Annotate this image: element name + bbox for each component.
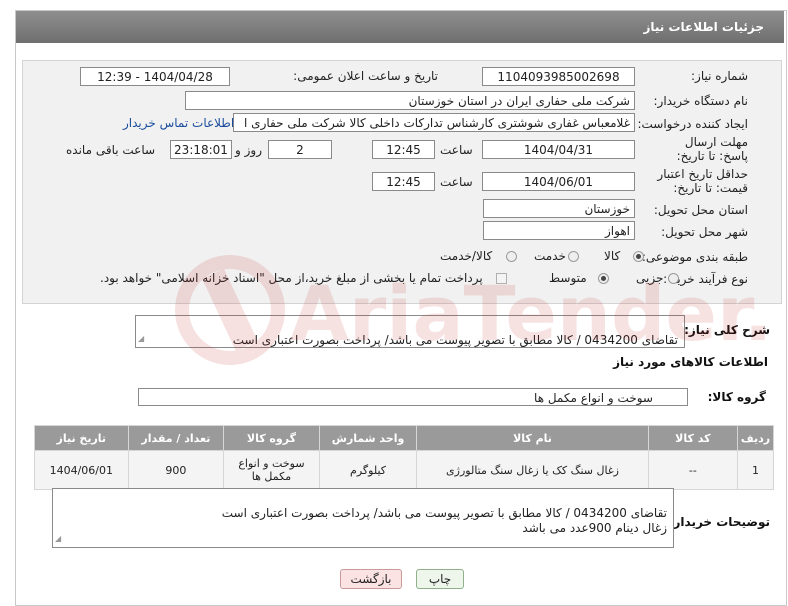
print-button[interactable]: چاپ bbox=[416, 569, 464, 589]
announce-datetime-field[interactable]: 1404/04/28 - 12:39 bbox=[80, 67, 230, 86]
table-row[interactable]: 1 -- زغال سنگ کک یا زغال سنگ متالورژی کی… bbox=[34, 450, 774, 490]
goods-group-field[interactable]: سوخت و انواع مکمل ها bbox=[138, 388, 688, 406]
column-header: کد کالا bbox=[647, 425, 739, 451]
category-goods-service-radio[interactable] bbox=[506, 251, 517, 262]
deadline-date-field[interactable]: 1404/04/31 bbox=[482, 140, 635, 159]
requester-field[interactable]: غلامعباس غفاری شوشتری کارشناس تدارکات دا… bbox=[233, 113, 635, 132]
remaining-time-field[interactable]: 23:18:01 bbox=[170, 140, 232, 159]
description-text: تقاضای 0434200 / کالا مطابق با تصویر پیو… bbox=[232, 333, 678, 347]
price-validity-label: حداقل تاریخ اعتبار قیمت: تا تاریخ: bbox=[657, 167, 748, 195]
deadline-time-label: ساعت bbox=[440, 143, 473, 157]
column-header: گروه کالا bbox=[223, 425, 320, 451]
category-service-radio[interactable] bbox=[568, 251, 579, 262]
resize-handle-icon[interactable]: ◢ bbox=[55, 531, 61, 546]
need-number-label: شماره نیاز: bbox=[691, 69, 748, 83]
description-label: شرح کلی نیاز: bbox=[684, 323, 770, 337]
row-number-cell: 1 bbox=[737, 450, 774, 490]
deadline-time-field[interactable]: 12:45 bbox=[372, 140, 435, 159]
delivery-city-field[interactable]: اهواز bbox=[483, 221, 635, 240]
goods-group-label: گروه کالا: bbox=[707, 390, 766, 404]
days-field[interactable]: 2 bbox=[268, 140, 332, 159]
buyer-contact-link[interactable]: اطلاعات تماس خریدار bbox=[123, 116, 234, 130]
column-header: ردیف bbox=[737, 425, 774, 451]
item-name-cell: زغال سنگ کک یا زغال سنگ متالورژی bbox=[416, 450, 649, 490]
process-minor-radio[interactable] bbox=[668, 273, 679, 284]
delivery-city-label: شهر محل تحویل: bbox=[661, 225, 748, 239]
resize-handle-icon[interactable]: ◢ bbox=[138, 331, 144, 346]
back-button[interactable]: بازگشت bbox=[340, 569, 402, 589]
goods-section-title: اطلاعات کالاهای مورد نیاز bbox=[613, 355, 768, 369]
need-date-cell: 1404/06/01 bbox=[34, 450, 129, 490]
delivery-province-field[interactable]: خوزستان bbox=[483, 199, 635, 218]
category-service-label: خدمت bbox=[534, 249, 566, 263]
column-header: تاریخ نیاز bbox=[34, 425, 129, 451]
unit-cell: کیلوگرم bbox=[318, 450, 418, 490]
treasury-payment-checkbox[interactable] bbox=[496, 273, 507, 284]
category-goods-radio[interactable] bbox=[633, 251, 644, 262]
process-minor-label: جزیی bbox=[636, 271, 664, 285]
page-title: جزئیات اطلاعات نیاز bbox=[643, 20, 764, 34]
remaining-time-label: ساعت باقی مانده bbox=[66, 143, 156, 157]
category-goods-service-label: کالا/خدمت bbox=[440, 249, 493, 263]
page-header: جزئیات اطلاعات نیاز bbox=[16, 11, 784, 43]
price-validity-time-field[interactable]: 12:45 bbox=[372, 172, 435, 191]
requester-label: ایجاد کننده درخواست: bbox=[637, 117, 748, 131]
column-header: واحد شمارش bbox=[318, 425, 418, 451]
buyer-notes-label: توضیحات خریدار: bbox=[668, 515, 770, 529]
price-validity-time-label: ساعت bbox=[440, 175, 473, 189]
days-label: روز و bbox=[235, 143, 262, 157]
goods-table: ردیف کد کالا نام کالا واحد شمارش گروه کا… bbox=[34, 425, 774, 490]
column-header: نام کالا bbox=[416, 425, 649, 451]
treasury-payment-note: پرداخت تمام یا بخشی از مبلغ خرید،از محل … bbox=[100, 271, 483, 285]
description-textarea[interactable]: تقاضای 0434200 / کالا مطابق با تصویر پیو… bbox=[135, 315, 685, 348]
need-number-field[interactable]: 1104093985002698 bbox=[482, 67, 635, 86]
category-goods-label: کالا bbox=[604, 249, 621, 263]
buyer-notes-text: تقاضای 0434200 / کالا مطابق با تصویر پیو… bbox=[221, 506, 667, 535]
column-header: تعداد / مقدار bbox=[127, 425, 225, 451]
buyer-notes-textarea[interactable]: تقاضای 0434200 / کالا مطابق با تصویر پیو… bbox=[52, 488, 674, 548]
process-medium-label: متوسط bbox=[549, 271, 587, 285]
item-code-cell: -- bbox=[647, 450, 739, 490]
buyer-org-label: نام دستگاه خریدار: bbox=[653, 94, 749, 108]
buyer-org-field[interactable]: شرکت ملی حفاری ایران در استان خوزستان bbox=[185, 91, 635, 110]
category-label: طبقه بندی موضوعی: bbox=[641, 250, 748, 264]
deadline-label: مهلت ارسال پاسخ: تا تاریخ: bbox=[676, 135, 748, 163]
delivery-province-label: استان محل تحویل: bbox=[653, 203, 748, 217]
price-validity-date-field[interactable]: 1404/06/01 bbox=[482, 172, 635, 191]
goods-table-header: ردیف کد کالا نام کالا واحد شمارش گروه کا… bbox=[34, 425, 774, 451]
process-medium-radio[interactable] bbox=[598, 273, 609, 284]
announce-datetime-label: تاریخ و ساعت اعلان عمومی: bbox=[293, 69, 438, 83]
quantity-cell: 900 bbox=[127, 450, 225, 490]
group-cell: سوخت و انواع مکمل ها bbox=[223, 450, 320, 490]
